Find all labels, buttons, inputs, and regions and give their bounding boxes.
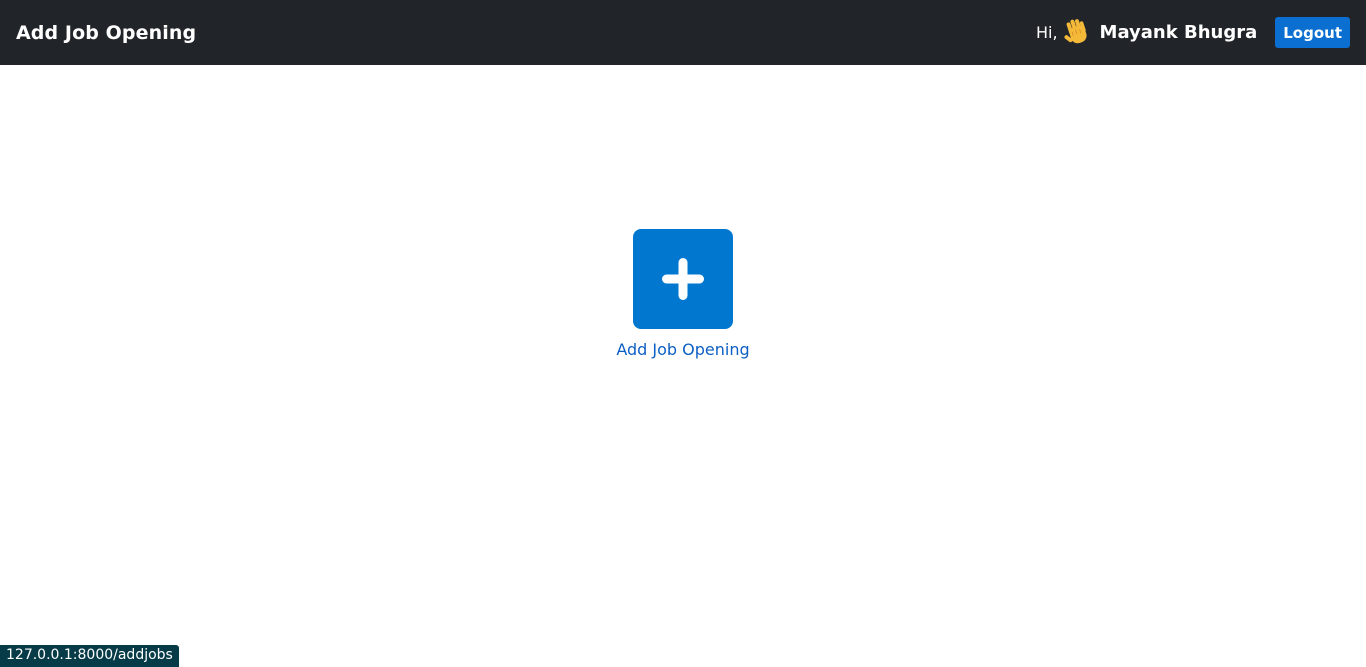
user-area: Hi, Mayank Bhugra Logout [1036, 17, 1350, 48]
logout-button[interactable]: Logout [1275, 17, 1350, 48]
add-job-opening-tile[interactable]: Add Job Opening [583, 229, 783, 359]
username: Mayank Bhugra [1099, 22, 1258, 43]
navbar-brand[interactable]: Add Job Opening [16, 22, 196, 44]
greeting-text: Hi, [1035, 23, 1058, 42]
top-navbar: Add Job Opening Hi, Mayank Bhugra Logout [0, 0, 1366, 65]
status-bar-url: 127.0.0.1:8000/addjobs [0, 645, 179, 667]
waving-hand-icon [1064, 18, 1092, 48]
add-job-opening-label[interactable]: Add Job Opening [616, 340, 749, 359]
plus-icon[interactable] [633, 229, 733, 329]
